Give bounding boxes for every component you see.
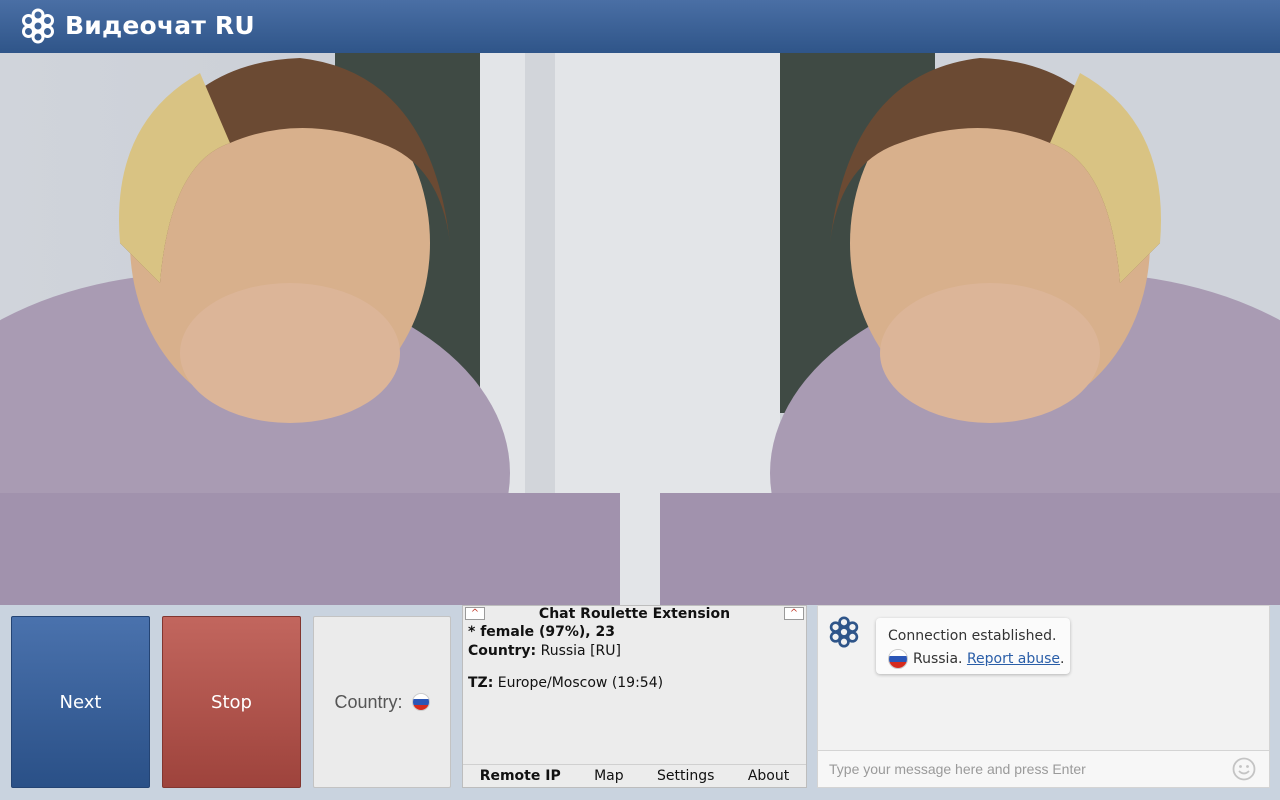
country-value: Russia [RU] [536,643,621,659]
chat-input-area [818,750,1269,787]
tab-map[interactable]: Map [594,768,624,784]
local-video [640,53,1280,605]
logo-icon [22,8,54,44]
chat-logo-icon [829,616,859,648]
russia-flag-icon [888,649,908,669]
chat-message-input[interactable] [818,751,1229,786]
gender-age-line: * female (97%), 23 [468,624,615,640]
tz-value: Europe/Moscow (19:54) [493,675,664,691]
chat-roulette-extension-panel: ^ Chat Roulette Extension ^ * female (97… [462,605,807,788]
system-message: Connection established. Russia. Report a… [876,618,1070,674]
extension-tabs: Remote IP Map Settings About [463,764,806,787]
country-label: Country: [334,691,403,712]
tz-key: TZ: [468,675,494,691]
chat-panel: Connection established. Russia. Report a… [817,605,1270,788]
tab-settings[interactable]: Settings [657,768,714,784]
country-key: Country: [468,643,537,659]
report-abuse-link[interactable]: Report abuse [967,651,1060,667]
tab-about[interactable]: About [748,768,789,784]
app-title: Видеочат RU [65,11,255,40]
smiley-icon[interactable] [1232,757,1256,781]
collapse-right-button[interactable]: ^ [784,607,804,620]
extension-title: Chat Roulette Extension [538,606,731,622]
report-suffix: . [1060,651,1065,667]
control-bar: Next Stop Country: ^ Chat Roulette Exten… [0,605,1280,800]
next-button[interactable]: Next [11,616,150,788]
stop-button[interactable]: Stop [162,616,301,788]
app-header: Видеочат RU [0,0,1280,54]
partner-country: Russia. [913,651,963,667]
extension-info: * female (97%), 23 Country: Russia [RU] … [468,623,663,693]
country-button[interactable]: Country: [313,616,451,788]
remote-video [0,53,640,605]
connection-status: Connection established. [888,628,1057,644]
tab-remote-ip[interactable]: Remote IP [480,768,561,784]
russia-flag-icon [411,693,430,711]
video-area [0,53,1280,605]
